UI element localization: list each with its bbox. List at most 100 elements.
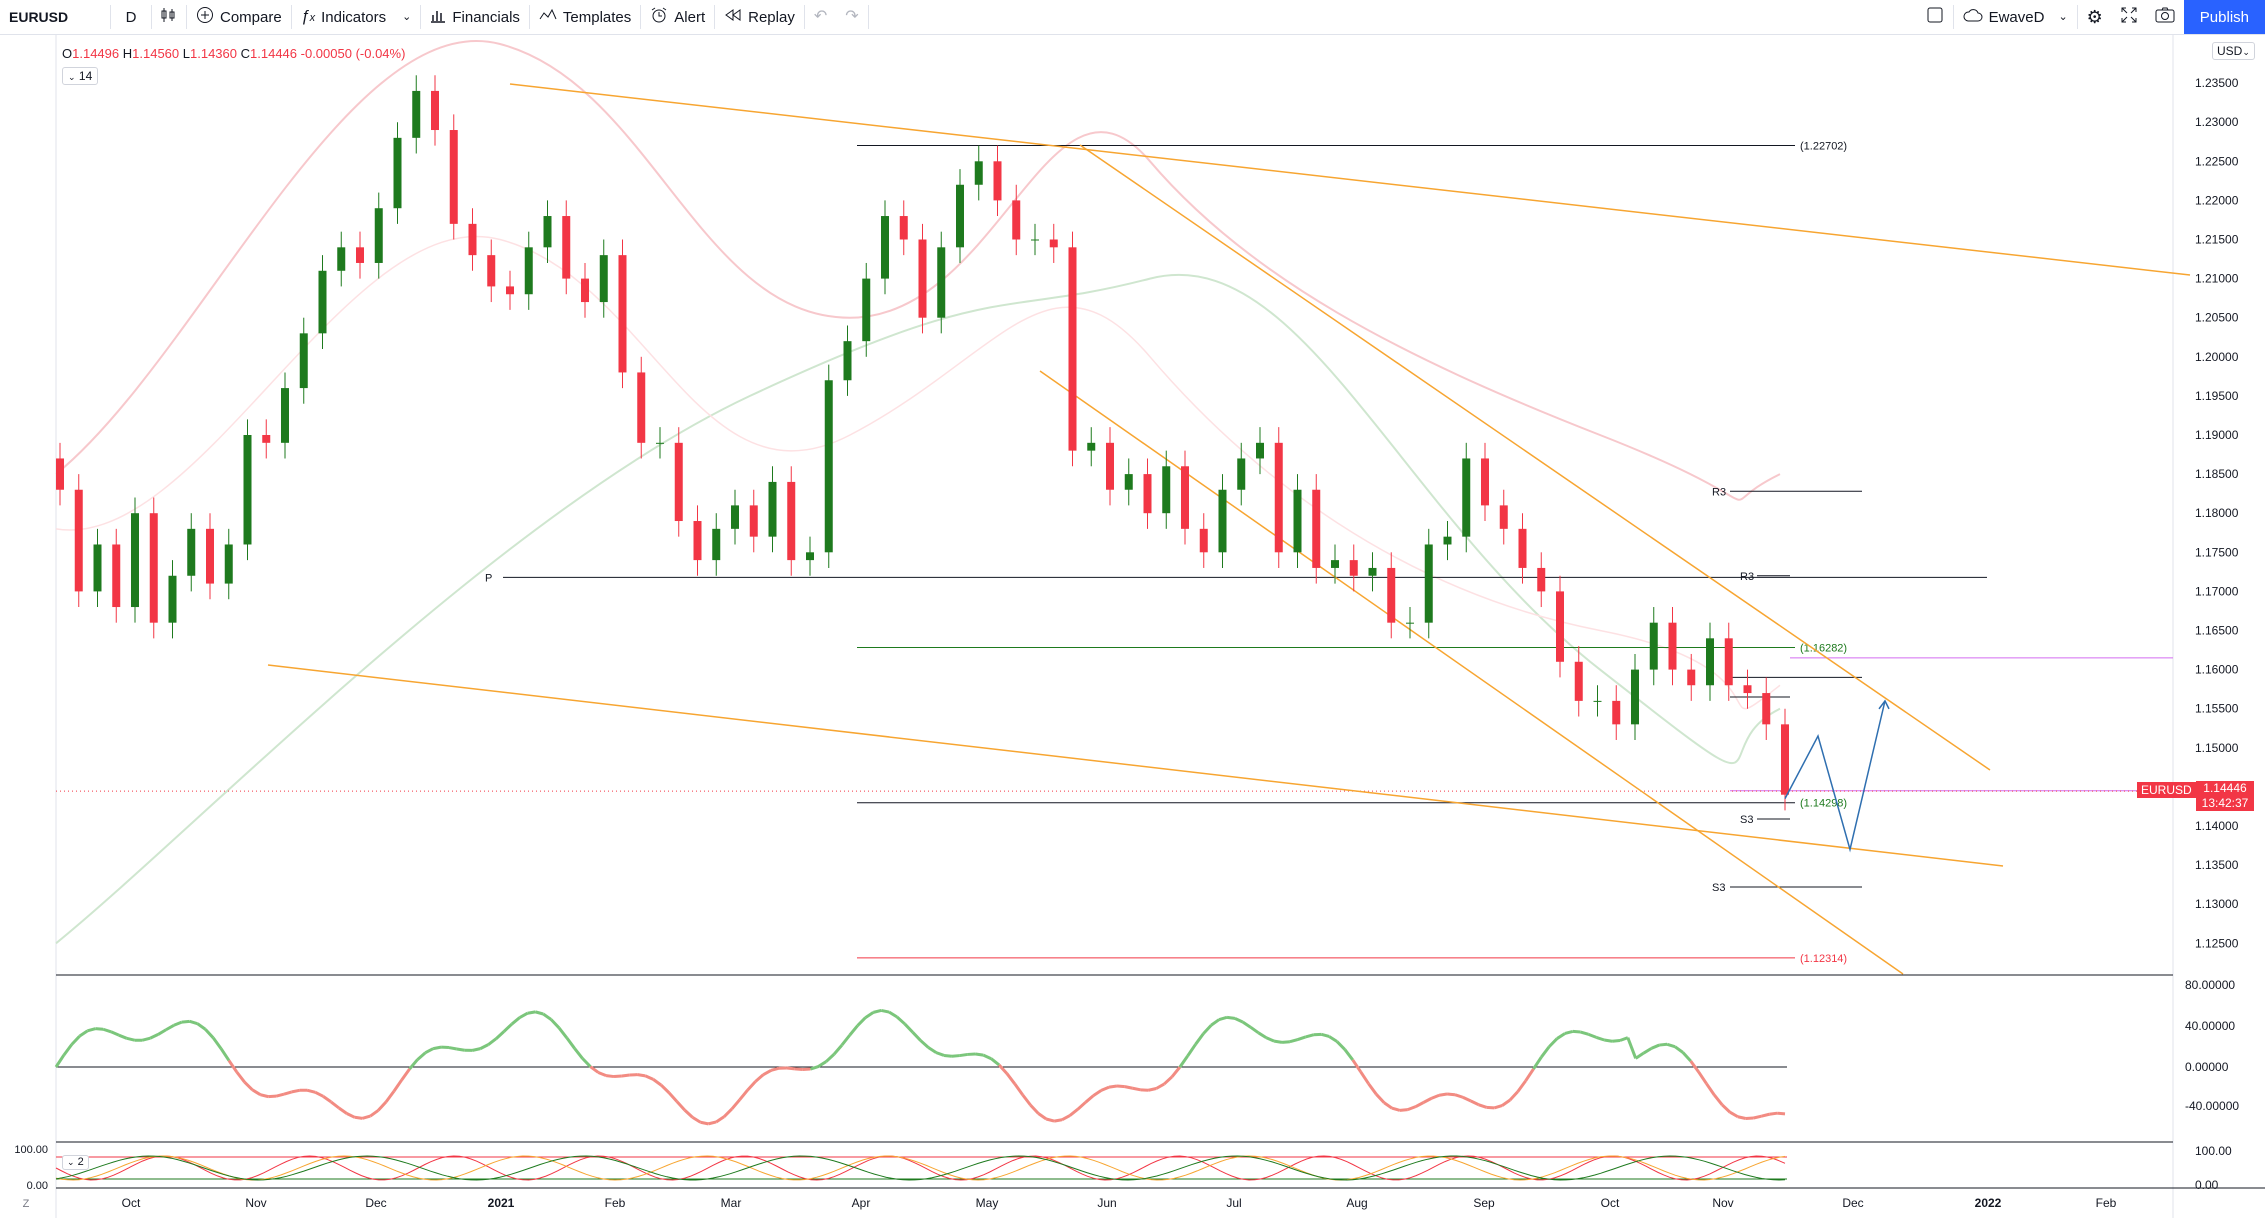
time-axis-label: Dec xyxy=(1842,1196,1863,1210)
price-axis-label: 1.15500 xyxy=(2195,702,2239,716)
price-axis-label: 1.16500 xyxy=(2195,624,2239,638)
oscillator-line-segment xyxy=(1753,1114,1762,1120)
candle-body xyxy=(337,247,346,271)
horizontal-level-label: (1.22702) xyxy=(1800,141,1847,153)
symbol-search-button[interactable]: EURUSD xyxy=(0,0,110,34)
candle-body xyxy=(1462,458,1471,537)
oscillator-axis-label: -40.00000 xyxy=(2185,1099,2239,1113)
oscillator-line-segment xyxy=(959,1052,968,1058)
chevron-down-icon: ⌄ xyxy=(2242,47,2250,57)
alert-label: Alert xyxy=(674,8,706,26)
oscillator-line-segment xyxy=(456,1047,465,1052)
open-value: 1.14496 xyxy=(72,46,120,61)
oscillator-line-segment xyxy=(1124,1085,1134,1090)
candles-icon xyxy=(161,7,177,27)
candle-body xyxy=(637,372,646,443)
candle-body xyxy=(1368,567,1377,576)
candle-body xyxy=(599,255,608,303)
top-toolbar: EURUSD D Compare ƒx Indicators ⌄ Financi… xyxy=(0,0,2265,35)
high-label: H xyxy=(122,46,133,61)
low-value: 1.14360 xyxy=(190,46,237,61)
snapshot-button[interactable] xyxy=(2146,0,2184,34)
candle-body xyxy=(1537,567,1546,592)
candle-body xyxy=(993,161,1002,201)
candle-body xyxy=(787,481,796,561)
oscillator-line-segment xyxy=(472,1047,481,1052)
oscillator-line-segment xyxy=(1218,1015,1228,1021)
candle-body xyxy=(318,270,327,334)
oscillator-line-segment xyxy=(1761,1112,1770,1118)
candle-body xyxy=(224,544,233,584)
redo-button[interactable]: ↷ xyxy=(836,0,867,34)
financials-button[interactable]: Financials xyxy=(421,0,529,34)
candle-body xyxy=(693,521,702,561)
oscillator-line-segment xyxy=(613,1074,622,1079)
indicators-button[interactable]: ƒx Indicators ⌄ xyxy=(292,0,421,34)
stoch-axis-label: 100.00 xyxy=(2195,1144,2232,1158)
gear-icon: ⚙ xyxy=(2086,7,2103,27)
oscillator-line-segment xyxy=(1045,1117,1055,1123)
candle-body xyxy=(487,255,496,287)
compare-button[interactable]: Compare xyxy=(187,0,291,34)
candle-body xyxy=(1687,669,1696,686)
candle-body xyxy=(187,528,196,576)
candle-body xyxy=(281,388,289,443)
candle-body xyxy=(468,223,477,256)
oscillator-line-segment xyxy=(1604,1038,1613,1043)
candle-body xyxy=(731,505,739,529)
time-axis-label: Dec xyxy=(365,1196,386,1210)
time-axis-label: Aug xyxy=(1346,1196,1367,1210)
price-axis-label: 1.18000 xyxy=(2195,506,2239,520)
chevron-down-icon[interactable]: ⌄ xyxy=(402,9,411,25)
chevron-down-icon[interactable]: ⌄ xyxy=(2058,9,2067,25)
candle-body xyxy=(1162,466,1171,514)
replay-button[interactable]: Replay xyxy=(715,0,804,34)
candle-body xyxy=(1724,638,1733,686)
oscillator-axis-label: 0.00000 xyxy=(2185,1060,2229,1074)
oscillator-line-segment xyxy=(1116,1084,1125,1089)
save-layout-button[interactable]: EwaveD ⌄ xyxy=(1954,0,2077,34)
oscillator-line-segment xyxy=(1611,1038,1621,1043)
candle-body xyxy=(1218,489,1227,553)
settings-button[interactable]: ⚙ xyxy=(2078,0,2112,34)
candle-body xyxy=(1706,638,1714,686)
oscillator-line-segment xyxy=(432,1045,442,1051)
candle-body xyxy=(1443,536,1452,545)
candle-body xyxy=(618,255,627,373)
publish-button[interactable]: Publish xyxy=(2183,0,2265,34)
alert-button[interactable]: Alert xyxy=(641,0,714,34)
candle-body xyxy=(1781,724,1789,795)
price-axis-label: 1.19500 xyxy=(2195,389,2239,403)
templates-button[interactable]: Templates xyxy=(530,0,640,34)
oscillator-line-segment xyxy=(605,1074,615,1079)
last-price-tag: 1.14446 13:42:37 xyxy=(2196,781,2254,811)
candle-body xyxy=(843,341,852,381)
undo-button[interactable]: ↶ xyxy=(805,0,836,34)
candle-body xyxy=(862,278,871,342)
candle-body xyxy=(56,458,64,490)
price-axis-label: 1.12500 xyxy=(2195,936,2239,950)
close-label: C xyxy=(240,46,251,61)
chart-canvas[interactable]: 1.23500 1.23000 1.22500 1.22000 1.21500 1.210… xyxy=(0,35,2265,1218)
fullscreen-button[interactable] xyxy=(2112,0,2146,34)
camera-icon xyxy=(2155,7,2175,27)
interval-button[interactable]: D xyxy=(111,0,151,34)
layout-select-button[interactable] xyxy=(1917,0,1953,34)
price-axis-label: 1.17000 xyxy=(2195,584,2239,598)
oscillator-line-segment xyxy=(951,1054,960,1058)
replay-label: Replay xyxy=(748,8,795,26)
toolbar-right: EwaveD ⌄ ⚙ Publish xyxy=(1917,0,2265,34)
chart-type-button[interactable] xyxy=(152,0,186,34)
oscillator-line-segment xyxy=(1391,1106,1401,1112)
candle-body xyxy=(899,216,908,240)
candle-body xyxy=(1518,528,1527,568)
candle-body xyxy=(1274,442,1283,553)
redo-icon: ↷ xyxy=(845,8,859,25)
indicator-toggle[interactable]: ⌄ 14 xyxy=(62,67,99,85)
candle-body xyxy=(768,481,777,537)
stoch-axis-label: 0.00 xyxy=(2195,1178,2219,1192)
time-axis-label: Apr xyxy=(852,1196,871,1210)
currency-select[interactable]: USD⌄ xyxy=(2212,42,2255,60)
oscillator-legend-toggle[interactable]: ⌄ 2 xyxy=(62,1155,89,1170)
candle-body xyxy=(581,278,589,303)
